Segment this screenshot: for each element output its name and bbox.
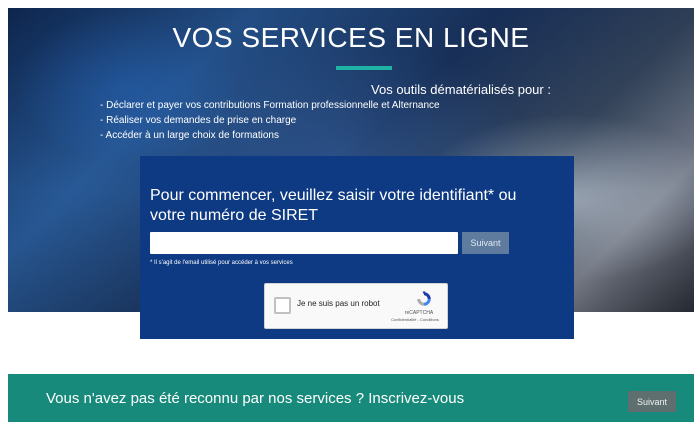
list-item: - Réaliser vos demandes de prise en char… <box>100 115 297 126</box>
recaptcha-links[interactable]: Confidentialité - Conditions <box>383 317 447 322</box>
recaptcha-logo-icon <box>417 291 431 306</box>
recaptcha-checkbox[interactable] <box>274 297 291 314</box>
list-item: - Accéder à un large choix de formations <box>100 130 279 141</box>
hero-subtitle: Vos outils dématérialisés pour : <box>371 82 551 97</box>
services-list: - Déclarer et payer vos contributions Fo… <box>100 98 440 143</box>
recaptcha-brand: reCAPTCHA <box>404 310 434 316</box>
signup-text: Vous n'avez pas été reconnu par nos serv… <box>46 390 465 407</box>
recaptcha-widget: Je ne suis pas un robot reCAPTCHA Confid… <box>264 283 448 329</box>
list-item: - Déclarer et payer vos contributions Fo… <box>100 100 440 111</box>
recaptcha-label: Je ne suis pas un robot <box>297 299 380 308</box>
login-prompt: Pour commencer, veuillez saisir votre id… <box>150 187 517 224</box>
title-underline <box>336 66 392 70</box>
login-form-card: Pour commencer, veuillez saisir votre id… <box>140 156 574 339</box>
page-title: VOS SERVICES EN LIGNE <box>172 22 530 53</box>
signup-next-button[interactable]: Suivant <box>628 391 676 412</box>
signup-banner: Vous n'avez pas été reconnu par nos serv… <box>8 374 694 422</box>
identifier-note: * Il s'agit de l'email utilisé pour accé… <box>150 260 293 266</box>
next-button[interactable]: Suivant <box>462 232 509 254</box>
identifier-input[interactable] <box>150 232 458 254</box>
